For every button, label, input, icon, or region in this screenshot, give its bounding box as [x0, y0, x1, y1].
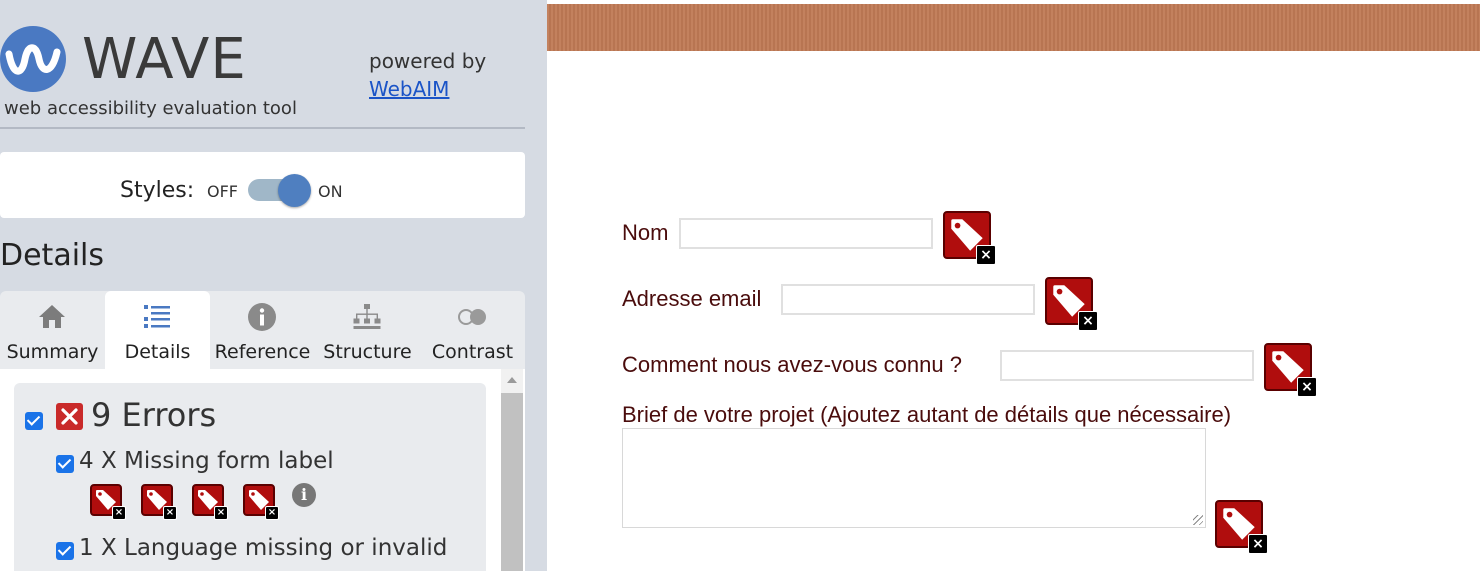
- wave-sidebar: WAVE web accessibility evaluation tool p…: [0, 0, 547, 571]
- missing-form-label-icon[interactable]: ×: [1264, 343, 1318, 397]
- error-x-icon: [56, 403, 83, 430]
- missing-form-label-icon[interactable]: ×: [90, 484, 128, 522]
- list-icon: [144, 305, 170, 328]
- styles-on-label: ON: [318, 182, 343, 201]
- info-icon: [248, 303, 276, 331]
- error-item-label: 1 X Language missing or invalid: [79, 535, 448, 561]
- tab-label: Summary: [6, 341, 99, 363]
- missing-label-checkbox[interactable]: [56, 455, 74, 473]
- webaim-link[interactable]: WebAIM: [369, 75, 486, 103]
- tab-label: Structure: [323, 341, 412, 363]
- missing-form-label-icon[interactable]: ×: [943, 211, 997, 265]
- tab-label: Contrast: [431, 341, 514, 363]
- wave-logo-text: WAVE: [82, 27, 247, 92]
- language-missing-checkbox[interactable]: [56, 542, 74, 560]
- powered-by: powered by WebAIM: [369, 47, 486, 103]
- nom-label: Nom: [622, 220, 669, 245]
- missing-form-label-icon[interactable]: ×: [141, 484, 179, 522]
- details-heading: Details: [0, 238, 105, 273]
- error-item-label: 4 X Missing form label: [79, 448, 334, 474]
- brief-label: Brief de votre projet (Ajoutez autant de…: [622, 402, 1232, 427]
- wave-tabs: Summary Details Reference Structure Cont…: [0, 291, 525, 369]
- missing-form-label-icon[interactable]: ×: [192, 484, 230, 522]
- styles-toggle-knob[interactable]: [278, 174, 311, 207]
- tab-details[interactable]: Details: [105, 291, 210, 369]
- scroll-up-arrow-icon[interactable]: [507, 377, 517, 383]
- source-label: Comment nous avez-vous connu ?: [622, 352, 962, 377]
- styles-label: Styles:: [120, 178, 195, 203]
- errors-title: 9 Errors: [91, 396, 217, 434]
- resize-handle-icon[interactable]: [1193, 515, 1203, 525]
- tab-summary[interactable]: Summary: [0, 291, 105, 369]
- info-icon[interactable]: i: [292, 483, 316, 507]
- nom-input[interactable]: [679, 218, 933, 249]
- missing-form-label-icon[interactable]: ×: [243, 484, 281, 522]
- tab-contrast[interactable]: Contrast: [420, 291, 525, 369]
- tab-reference[interactable]: Reference: [210, 291, 315, 369]
- source-input[interactable]: [1000, 350, 1254, 381]
- tab-structure[interactable]: Structure: [315, 291, 420, 369]
- brief-textarea[interactable]: [622, 428, 1206, 528]
- styles-toggle-panel: Styles: OFF ON: [0, 152, 525, 218]
- panel-scrollbar[interactable]: [501, 369, 523, 571]
- wave-logo-icon: [0, 26, 66, 92]
- styles-off-label: OFF: [207, 182, 238, 201]
- page-header-banner: [547, 4, 1480, 51]
- tab-label: Reference: [214, 341, 311, 363]
- errors-checkbox[interactable]: [25, 412, 43, 430]
- email-label: Adresse email: [622, 286, 762, 311]
- header-divider: [0, 127, 525, 129]
- powered-by-text: powered by: [369, 49, 487, 73]
- email-input[interactable]: [781, 284, 1035, 315]
- scrollbar-thumb[interactable]: [501, 393, 523, 571]
- wave-tagline: web accessibility evaluation tool: [4, 98, 297, 119]
- contrast-icon: [458, 309, 486, 325]
- sitemap-icon: [353, 304, 381, 329]
- home-icon: [39, 305, 65, 328]
- missing-form-label-icon[interactable]: ×: [1215, 500, 1269, 554]
- tab-label: Details: [124, 341, 191, 363]
- missing-form-label-icon[interactable]: ×: [1045, 277, 1099, 331]
